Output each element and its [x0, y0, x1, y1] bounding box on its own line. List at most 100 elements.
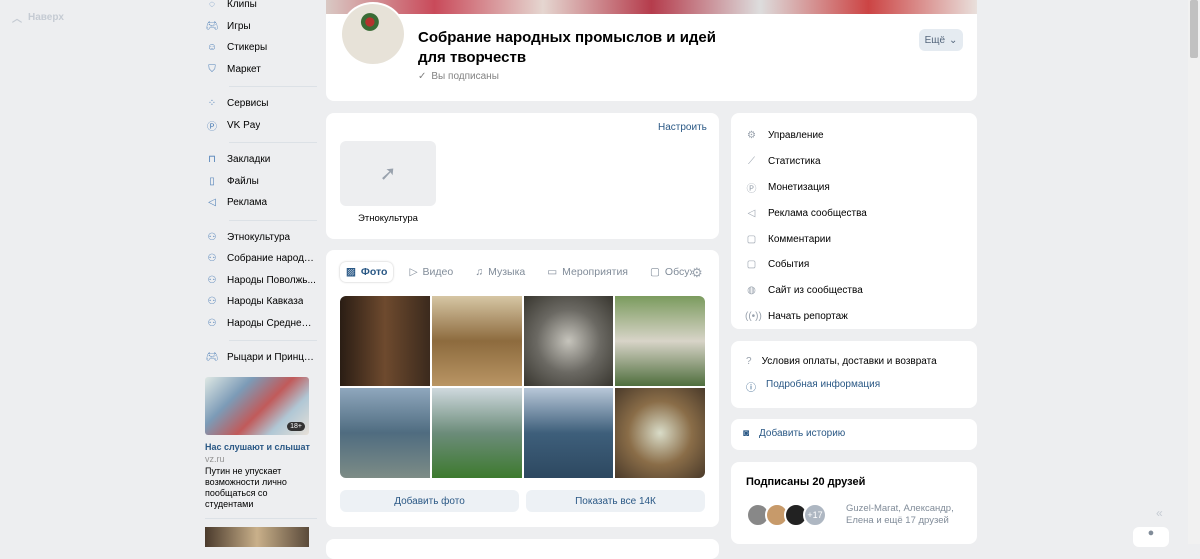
sidebar-item[interactable]: ◁ Реклама: [205, 192, 317, 214]
link-tile-label[interactable]: Этнокультура: [340, 213, 436, 224]
megaphone-icon: ◁: [208, 197, 216, 209]
bag-icon: ⛉: [208, 63, 216, 75]
info-card: [731, 341, 977, 408]
smile-icon: ☺: [206, 42, 218, 54]
tab-photo[interactable]: ▨ Фото: [340, 262, 393, 282]
admin-menu-item[interactable]: ⚙ Управление: [745, 123, 867, 149]
music-icon: ♫: [475, 266, 484, 278]
friends-avatars[interactable]: +17: [746, 503, 827, 527]
divider: [229, 142, 317, 143]
admin-menu-item[interactable]: ▢ Комментарии: [745, 226, 867, 252]
sidebar-nav: ◌ Клипы 🎮︎ Игры ☺ Стикеры ⛉ Маркет ⁘ Сервисы Ⓟ VK P…: [205, 0, 317, 547]
photo[interactable]: [523, 388, 614, 478]
photo-grid: [340, 296, 705, 478]
tab-music[interactable]: ♫ Музыка: [469, 262, 531, 282]
photo[interactable]: [523, 296, 614, 386]
next-card: [326, 539, 719, 559]
clips-icon: ◌: [209, 0, 215, 11]
group-avatar[interactable]: [340, 2, 406, 66]
event-icon: ▢: [746, 259, 757, 271]
calendar-icon: ▭: [547, 266, 558, 278]
media-tabs: ▨Фото ▷Видео ♫Музыка ▭Мероприятия ▢Обсуж…: [340, 262, 692, 282]
admin-menu-item[interactable]: ◍ Сайт из сообщества: [745, 278, 867, 304]
tab-discussions[interactable]: ▢Обсуждения: [644, 262, 692, 282]
photo[interactable]: [340, 388, 430, 478]
chevron-up-icon: ︿: [12, 14, 22, 25]
photo[interactable]: [615, 296, 705, 386]
comment-icon: ▢: [650, 266, 660, 278]
sidebar-item[interactable]: ⚇ Народы Кавказа: [205, 291, 317, 313]
arrow-link-icon: ➚: [379, 163, 397, 185]
tabs-settings-icon[interactable]: ⚙: [691, 265, 703, 281]
cover-image: [326, 0, 977, 14]
comment-icon: ▢: [746, 233, 757, 245]
more-friends-count[interactable]: +17: [803, 503, 827, 527]
tab-video[interactable]: ▷ Видео: [403, 262, 459, 282]
scrollbar-thumb[interactable]: [1190, 0, 1198, 58]
group-icon: ⚇: [207, 231, 217, 243]
megaphone-icon: ◁: [747, 207, 756, 219]
sidebar-item[interactable]: 🎮︎ Игры: [205, 16, 317, 38]
configure-link[interactable]: Настроить: [658, 122, 707, 133]
sidebar-item[interactable]: ⁘ Сервисы: [205, 93, 317, 115]
sidebar-item[interactable]: 🎮︎ Рыцари и Принце...: [205, 347, 317, 369]
admin-menu-item[interactable]: ▢ События: [745, 252, 867, 278]
broadcast-icon: ((•)): [745, 310, 762, 322]
tab-events[interactable]: ▭ Мероприятия: [541, 262, 634, 282]
ad-text: Путин не упускает возможности лично пооб…: [205, 465, 287, 509]
services-icon: ⁘: [207, 98, 217, 110]
sidebar-item[interactable]: ▯ Файлы: [205, 171, 317, 193]
add-photo-button[interactable]: Добавить фото: [340, 490, 519, 512]
photo-icon: ▨: [346, 266, 356, 278]
sidebar-item[interactable]: ⊓ Закладки: [205, 149, 317, 171]
sidebar-item[interactable]: ⚇ Народы Поволжь...: [205, 270, 317, 292]
sidebar-item[interactable]: ⛉ Маркет: [205, 59, 317, 81]
sidebar-item[interactable]: Ⓟ VK Pay: [205, 115, 317, 137]
terms-link[interactable]: ? Условия оплаты, доставки и возврата: [746, 356, 937, 367]
admin-menu: ⚙ Управление ⟋ Статистика Ⓟ Монетизация ◁ Рекла…: [745, 123, 867, 329]
gear-icon: ⚙: [747, 130, 756, 142]
admin-menu-item[interactable]: ⟋ Статистика: [745, 149, 867, 175]
file-icon: ▯: [209, 175, 215, 187]
show-all-photos-button[interactable]: Показать все 14К: [526, 490, 705, 512]
group-icon: ⚇: [207, 317, 217, 329]
sidebar-item[interactable]: ☺ Стикеры: [205, 37, 317, 59]
ad-title[interactable]: Нас слушают и слышат: [205, 442, 317, 452]
question-icon: ?: [746, 356, 752, 367]
chart-icon: ⟋: [748, 156, 755, 168]
subscription-status[interactable]: ✓ Вы подписаны: [418, 71, 499, 82]
add-story-button[interactable]: ◙ Добавить историю: [743, 428, 845, 439]
more-button[interactable]: Ещё ⌄: [919, 29, 963, 51]
group-icon: ⚇: [207, 296, 217, 308]
chat-button[interactable]: ●: [1133, 527, 1169, 547]
admin-menu-item[interactable]: ((•)) Начать репортаж: [745, 304, 867, 330]
sidebar-item[interactable]: ⚇ Собрание народн...: [205, 248, 317, 270]
gamepad-icon: 🎮︎: [205, 20, 219, 32]
ad-image[interactable]: 18+: [205, 376, 309, 435]
scroll-to-top-button[interactable]: ︿ Наверх: [12, 10, 64, 25]
ad-source: vz.ru: [205, 453, 225, 464]
sidebar-item[interactable]: ⚇ Этнокультура: [205, 227, 317, 249]
info-icon: ⓘ: [746, 383, 756, 394]
photo[interactable]: [431, 296, 522, 386]
age-badge: 18+: [287, 421, 305, 431]
sidebar-item[interactable]: ⚇ Народы Средней ...: [205, 313, 317, 335]
collapse-icon[interactable]: «: [1156, 506, 1163, 520]
photo[interactable]: [431, 388, 522, 478]
link-tile[interactable]: ➚: [340, 141, 436, 206]
ad-block[interactable]: 18+ Нас слушают и слышат vz.ru Путин не …: [205, 376, 317, 547]
photo[interactable]: [615, 388, 705, 478]
admin-menu-item[interactable]: Ⓟ Монетизация: [745, 175, 867, 201]
photo[interactable]: [340, 296, 430, 386]
admin-menu-item[interactable]: ◁ Реклама сообщества: [745, 200, 867, 226]
divider: [229, 86, 317, 87]
scrollbar[interactable]: [1188, 0, 1200, 544]
friends-names: Guzel-Marat, Александр, Елена и ещё 17 др…: [846, 503, 954, 526]
group-icon: ⚇: [207, 274, 217, 286]
page-title: Собрание народных промыслов и идей для т…: [418, 29, 717, 66]
story-icon: ◙: [743, 428, 750, 439]
video-icon: ▷: [409, 266, 418, 278]
sidebar-item[interactable]: ◌ Клипы: [205, 0, 317, 16]
gamepad-icon: 🎮︎: [205, 352, 219, 364]
details-link[interactable]: ⓘ Подробная информация: [746, 379, 880, 394]
